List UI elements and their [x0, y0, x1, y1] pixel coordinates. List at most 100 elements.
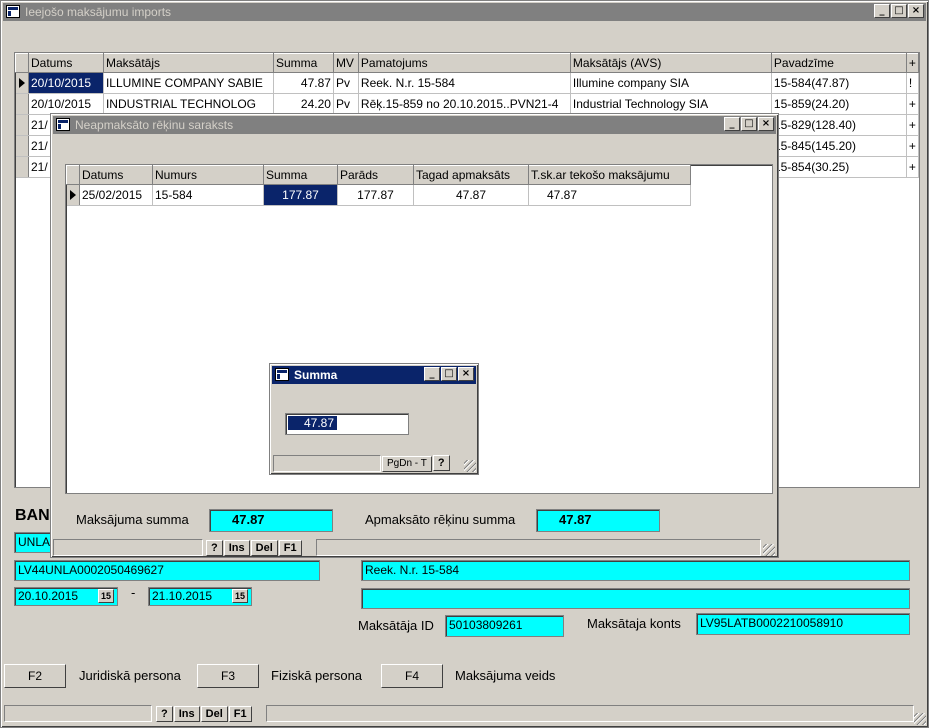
col-maksatajs-avs[interactable]: Maksātājs (AVS): [569, 53, 772, 73]
unpaid-invoices-window: Neapmaksāto rēķinu saraksts _ □ × Datums…: [50, 113, 779, 558]
help-button[interactable]: ?: [206, 540, 223, 556]
date-to-field[interactable]: 21.10.2015 15: [148, 587, 252, 606]
cell-number[interactable]: 15-584: [152, 184, 264, 206]
resize-grip-icon[interactable]: [763, 544, 775, 556]
f1-button[interactable]: F1: [228, 706, 252, 722]
unpaid-status-bar-right: [316, 539, 761, 556]
cell-sum[interactable]: 24.20: [273, 93, 334, 115]
main-status-buttons: ? Ins Del F1: [156, 706, 253, 722]
col-parads[interactable]: Parāds: [337, 165, 414, 185]
help-button[interactable]: ?: [432, 455, 450, 471]
col-flag[interactable]: +: [905, 53, 920, 73]
cell-mv[interactable]: Pv: [333, 72, 359, 94]
col-maksatajs[interactable]: Maksātājs: [102, 53, 274, 73]
col-mv[interactable]: MV: [332, 53, 359, 73]
maximize-button[interactable]: □: [891, 4, 907, 18]
cell-date[interactable]: 25/02/2015: [79, 184, 153, 206]
sum-titlebar: Summa _ □ ×: [272, 366, 476, 384]
resize-grip-icon[interactable]: [464, 460, 476, 472]
col-summa[interactable]: Summa: [272, 53, 334, 73]
f1-button[interactable]: F1: [278, 540, 302, 556]
cell-date[interactable]: 20/10/2015: [28, 72, 104, 94]
col-summa[interactable]: Summa: [263, 165, 338, 185]
col-tsk-tekoso[interactable]: T.sk.ar tekošo maksājumu: [528, 165, 691, 185]
main-titlebar: Ieejošo maksājumu imports _ □ ×: [3, 3, 926, 21]
calendar-icon[interactable]: 15: [231, 589, 248, 603]
app-icon: [6, 5, 20, 18]
row-indicator: [15, 156, 29, 178]
reason-field-2[interactable]: [361, 588, 910, 609]
resize-grip-icon[interactable]: [914, 713, 926, 725]
payer-account-field[interactable]: LV95LATB0002210058910: [696, 613, 910, 635]
cell-flag[interactable]: +: [906, 135, 920, 157]
cell-payer-avs[interactable]: Industrial Technology SIA: [570, 93, 772, 115]
paid-sum-field[interactable]: 47.87: [536, 509, 660, 532]
account-field[interactable]: LV44UNLA0002050469627: [14, 560, 320, 581]
sum-input[interactable]: 47.87: [285, 413, 409, 435]
sum-title: Summa: [294, 368, 338, 382]
close-button[interactable]: ×: [758, 117, 774, 131]
minimize-button[interactable]: _: [424, 367, 440, 381]
maximize-button[interactable]: □: [441, 367, 457, 381]
cell-flag[interactable]: !: [906, 72, 920, 94]
cell-sum[interactable]: 177.87: [263, 184, 338, 206]
f2-button[interactable]: F2: [4, 664, 66, 688]
close-button[interactable]: ×: [458, 367, 474, 381]
payment-sum-field[interactable]: 47.87: [209, 509, 333, 532]
cell-flag[interactable]: +: [906, 156, 920, 178]
f4-label: Maksājuma veids: [455, 668, 556, 683]
cell-invoice[interactable]: 15-854(30.25): [771, 156, 907, 178]
cell-reason[interactable]: Rēķ.15-859 no 20.10.2015..PVN21-4: [358, 93, 571, 115]
cell-incl-current[interactable]: 47.87: [528, 184, 691, 206]
cell-invoice[interactable]: 15-845(145.20): [771, 135, 907, 157]
cell-payer[interactable]: INDUSTRIAL TECHNOLOG: [103, 93, 274, 115]
close-button[interactable]: ×: [908, 4, 924, 18]
calendar-icon[interactable]: 15: [97, 589, 114, 603]
col-numurs[interactable]: Numurs: [152, 165, 264, 185]
table-row[interactable]: 20/10/2015 ILLUMINE COMPANY SABIE 47.87 …: [15, 72, 920, 94]
table-row[interactable]: 25/02/2015 15-584 177.87 177.87 47.87 47…: [66, 184, 691, 206]
bank-field[interactable]: UNLA: [14, 532, 54, 553]
insert-button[interactable]: Ins: [223, 540, 250, 556]
reason-field[interactable]: Reek. N.r. 15-584: [361, 560, 910, 581]
cell-payer[interactable]: ILLUMINE COMPANY SABIE: [103, 72, 274, 94]
col-pamatojums[interactable]: Pamatojums: [357, 53, 571, 73]
cell-invoice[interactable]: 15-584(47.87): [771, 72, 907, 94]
header-indicator: [66, 165, 80, 185]
unpaid-status-bar: [53, 539, 203, 556]
cell-date[interactable]: 20/10/2015: [28, 93, 104, 115]
cell-debt[interactable]: 177.87: [337, 184, 414, 206]
cell-flag[interactable]: +: [906, 114, 920, 136]
minimize-button[interactable]: _: [724, 117, 740, 131]
help-button[interactable]: ?: [156, 706, 173, 722]
cell-flag[interactable]: +: [906, 93, 920, 115]
f3-button[interactable]: F3: [197, 664, 259, 688]
f4-button[interactable]: F4: [381, 664, 443, 688]
cell-mv[interactable]: Pv: [333, 93, 359, 115]
delete-button[interactable]: Del: [200, 706, 228, 722]
unpaid-status-buttons: ? Ins Del F1: [206, 540, 303, 556]
cell-invoice[interactable]: 15-859(24.20): [771, 93, 907, 115]
unpaid-table: Datums Numurs Summa Parāds Tagad apmaksā…: [66, 165, 691, 206]
col-datums[interactable]: Datums: [79, 165, 153, 185]
payer-id-field[interactable]: 50103809261: [445, 615, 564, 637]
minimize-button[interactable]: _: [874, 4, 890, 18]
table-row[interactable]: 20/10/2015 INDUSTRIAL TECHNOLOG 24.20 Pv…: [15, 93, 920, 115]
cell-invoice[interactable]: 15-829(128.40): [771, 114, 907, 136]
maximize-button[interactable]: □: [741, 117, 757, 131]
sum-status-buttons: PgDn - T?: [382, 455, 451, 472]
cell-sum[interactable]: 47.87: [273, 72, 334, 94]
paid-sum-label: Apmaksāto rēķinu summa: [365, 512, 516, 527]
row-indicator: [15, 93, 29, 115]
col-tagad-apmaksats[interactable]: Tagad apmaksāts: [413, 165, 529, 185]
cell-reason[interactable]: Reek. N.r. 15-584: [358, 72, 571, 94]
col-pavadzime[interactable]: Pavadzīme: [770, 53, 907, 73]
date-to-value: 21.10.2015: [152, 589, 213, 603]
delete-button[interactable]: Del: [250, 540, 278, 556]
cell-payer-avs[interactable]: Illumine company SIA: [570, 72, 772, 94]
date-from-field[interactable]: 20.10.2015 15: [14, 587, 118, 606]
col-datums[interactable]: Datums: [27, 53, 104, 73]
cell-paid-now[interactable]: 47.87: [413, 184, 529, 206]
pgdn-hint-button[interactable]: PgDn - T: [382, 456, 432, 472]
insert-button[interactable]: Ins: [173, 706, 200, 722]
